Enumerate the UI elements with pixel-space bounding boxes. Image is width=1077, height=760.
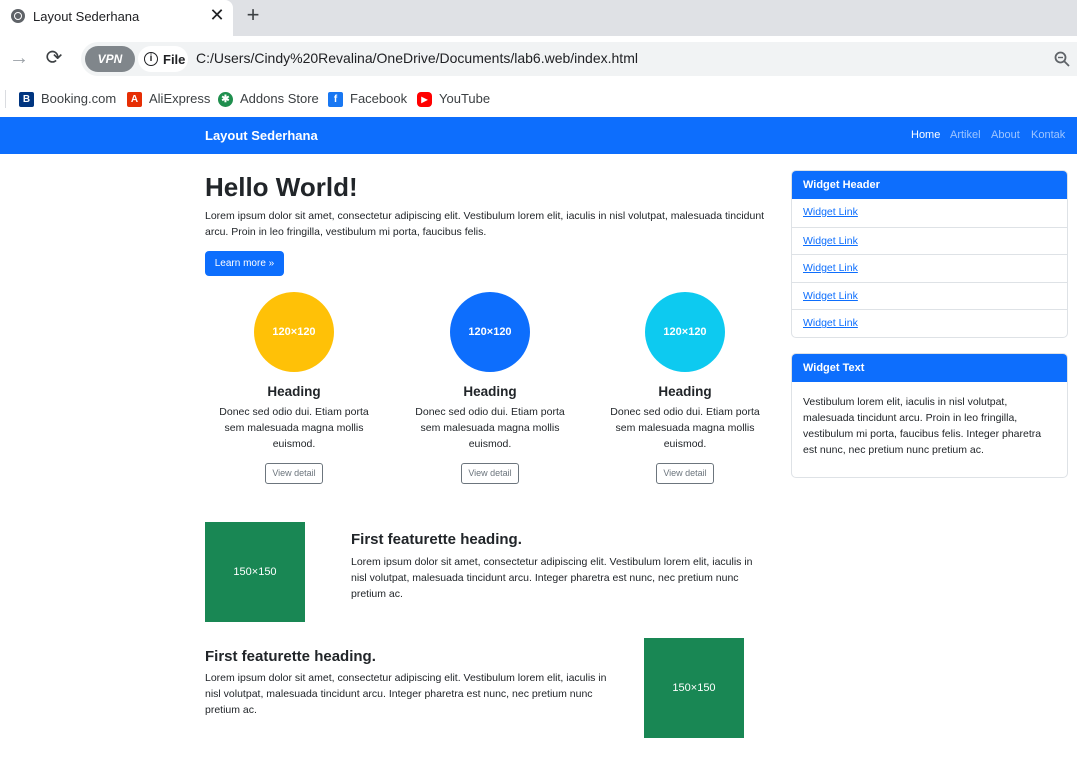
- column-text: Donec sed odio dui. Etiam porta sem male…: [219, 406, 369, 450]
- bookmarks-bar: B Booking.com A AliExpress ✱ Addons Stor…: [0, 82, 1077, 117]
- widget-link-item[interactable]: Widget Link: [792, 254, 1067, 282]
- widget-text-card: Widget Text Vestibulum lorem elit, iacul…: [791, 353, 1068, 478]
- nav-link-home[interactable]: Home: [911, 129, 940, 141]
- url-text[interactable]: C:/Users/Cindy%20Revalina/OneDrive/Docum…: [196, 50, 638, 66]
- info-icon: i: [144, 52, 158, 66]
- bookmark-label: AliExpress: [149, 91, 211, 106]
- globe-icon: [11, 9, 25, 23]
- nav-link-kontak[interactable]: Kontak: [1031, 129, 1065, 141]
- forward-icon[interactable]: →: [7, 46, 31, 70]
- facebook-icon: f: [328, 92, 343, 107]
- placeholder-circle-image: 120×120: [450, 292, 530, 372]
- widget-link-item[interactable]: Widget Link: [792, 309, 1067, 337]
- tab-title: Layout Sederhana: [33, 9, 140, 24]
- column-heading: Heading: [463, 384, 517, 399]
- widget-link[interactable]: Widget Link: [803, 262, 858, 274]
- placeholder-circle-image: 120×120: [254, 292, 334, 372]
- widget-link-item[interactable]: Widget Link: [792, 199, 1067, 227]
- widget-link-item[interactable]: Widget Link: [792, 281, 1067, 310]
- featurette-text: Lorem ipsum dolor sit amet, consectetur …: [351, 556, 753, 600]
- file-label: File: [163, 52, 186, 67]
- nav-link-about[interactable]: About: [991, 129, 1020, 141]
- widget-link[interactable]: Widget Link: [803, 290, 858, 302]
- booking-icon: B: [19, 92, 34, 107]
- zoom-icon[interactable]: [1053, 50, 1071, 68]
- tab-strip: Layout Sederhana ✕ +: [0, 0, 1077, 36]
- widget-link-item[interactable]: Widget Link: [792, 226, 1067, 255]
- close-tab-icon[interactable]: ✕: [207, 4, 227, 26]
- view-detail-button[interactable]: View detail: [656, 463, 714, 484]
- site-navbar: Layout Sederhana Home Artikel About Kont…: [0, 117, 1077, 154]
- reload-icon[interactable]: ⟳: [42, 46, 66, 70]
- browser-toolbar: → ⟳ VPN i File C:/Users/Cindy%20Revalina…: [0, 36, 1077, 82]
- widget-links-card: Widget Header Widget Link Widget Link Wi…: [791, 170, 1068, 338]
- widget-link[interactable]: Widget Link: [803, 206, 858, 218]
- widget-header: Widget Text: [792, 354, 1067, 382]
- column-text: Donec sed odio dui. Etiam porta sem male…: [415, 406, 565, 450]
- bookmark-label: YouTube: [439, 91, 491, 106]
- aliexpress-icon: A: [127, 92, 142, 107]
- widget-header: Widget Header: [792, 171, 1067, 199]
- widget-link[interactable]: Widget Link: [803, 235, 858, 247]
- learn-more-button[interactable]: Learn more »: [205, 251, 284, 276]
- nav-link-artikel[interactable]: Artikel: [950, 129, 981, 141]
- widget-link[interactable]: Widget Link: [803, 317, 858, 329]
- bookmark-label: Addons Store: [240, 91, 319, 106]
- column-heading: Heading: [267, 384, 321, 399]
- view-detail-button[interactable]: View detail: [461, 463, 519, 484]
- featurette-image: 150×150: [205, 522, 305, 622]
- browser-tab[interactable]: Layout Sederhana ✕: [0, 0, 233, 36]
- site-info-button[interactable]: i File: [138, 46, 188, 72]
- hero-text: Lorem ipsum dolor sit amet, consectetur …: [205, 210, 765, 238]
- hero-title: Hello World!: [205, 172, 358, 202]
- column-heading: Heading: [658, 384, 712, 399]
- address-bar[interactable]: VPN i File C:/Users/Cindy%20Revalina/One…: [81, 42, 1077, 76]
- featurette-heading: First featurette heading.: [351, 531, 522, 548]
- placeholder-circle-image: 120×120: [645, 292, 725, 372]
- vpn-button[interactable]: VPN: [85, 46, 135, 72]
- featurette-image: 150×150: [644, 638, 744, 738]
- column-text: Donec sed odio dui. Etiam porta sem male…: [610, 406, 760, 450]
- bookmark-label: Facebook: [350, 91, 408, 106]
- widget-body-text: Vestibulum lorem elit, iaculis in nisl v…: [803, 396, 1042, 456]
- youtube-icon: ▶: [417, 92, 432, 107]
- featurette-text: Lorem ipsum dolor sit amet, consectetur …: [205, 672, 607, 716]
- addons-store-icon: ✱: [218, 92, 233, 107]
- featurette-heading: First featurette heading.: [205, 648, 376, 665]
- new-tab-icon[interactable]: +: [243, 4, 263, 26]
- navbar-brand[interactable]: Layout Sederhana: [205, 128, 318, 143]
- view-detail-button[interactable]: View detail: [265, 463, 323, 484]
- bookmarks-divider: [5, 90, 6, 108]
- bookmark-label: Booking.com: [41, 91, 117, 106]
